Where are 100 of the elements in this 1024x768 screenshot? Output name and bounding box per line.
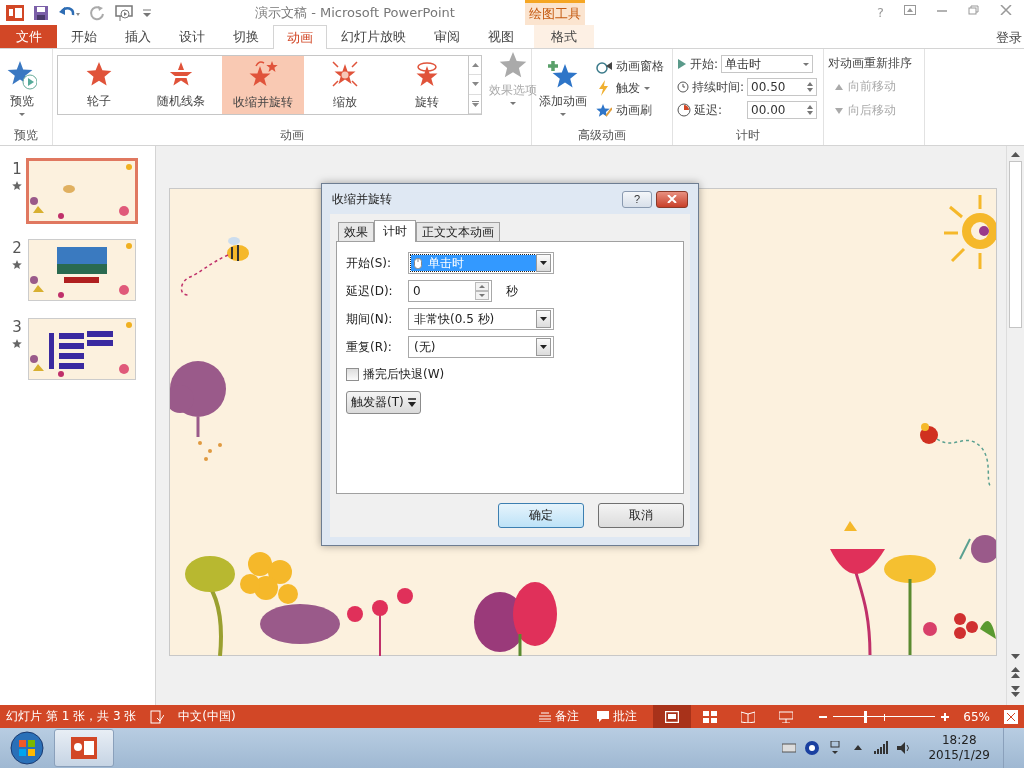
duration-dropdown[interactable]: 非常快(0.5 秒) <box>408 308 554 330</box>
scroll-up-icon[interactable] <box>1011 150 1020 159</box>
spin-arrows-icon <box>807 82 814 92</box>
animation-star-icon <box>12 259 22 269</box>
gallery-scroll-down-icon[interactable] <box>471 81 479 88</box>
slide-thumbnail[interactable] <box>28 239 136 301</box>
dialog-tab[interactable]: 效果 <box>338 222 374 241</box>
close-button[interactable] <box>656 190 688 208</box>
slide-number: 1 <box>12 160 22 178</box>
wheel-star-icon <box>86 60 112 87</box>
scrollbar-thumb[interactable] <box>1009 161 1022 328</box>
gallery-expand-icon[interactable] <box>471 100 479 107</box>
ribbon-tab[interactable]: 格式 <box>534 25 594 48</box>
next-slide-icon[interactable] <box>1011 685 1020 697</box>
reading-view-icon[interactable] <box>741 710 756 723</box>
start-orb-icon[interactable] <box>10 731 44 765</box>
checkbox-label: 播完后快退(W) <box>363 366 445 383</box>
zoom-level-text[interactable]: 65% <box>963 709 990 724</box>
star-play-icon <box>7 60 37 90</box>
triggers-button[interactable]: 触发器(T) <box>346 391 421 414</box>
ok-button[interactable]: 确定 <box>498 503 584 528</box>
delay-label: 延迟: <box>694 101 723 119</box>
checkbox[interactable] <box>346 368 359 381</box>
comments-button[interactable]: 批注 <box>595 708 640 725</box>
powerpoint-logo-icon[interactable] <box>6 3 24 22</box>
ribbon-tab[interactable]: 切换 <box>219 25 273 48</box>
ribbon-tab[interactable]: 视图 <box>474 25 528 48</box>
dialog-title: 收缩并旋转 <box>332 190 392 208</box>
start-label: 开始: <box>690 55 719 73</box>
sign-in-link[interactable]: 登录 <box>996 25 1024 48</box>
save-icon[interactable] <box>33 4 49 21</box>
normal-view-icon[interactable] <box>665 710 680 723</box>
fit-to-window-icon[interactable] <box>1004 709 1018 724</box>
animation-gallery-item[interactable]: 旋转 <box>386 56 468 114</box>
animation-pane-button[interactable]: 动画窗格 <box>594 56 666 76</box>
notes-button[interactable]: 备注 <box>537 708 582 725</box>
notes-icon <box>539 711 552 722</box>
ribbon-display-options-icon[interactable] <box>904 5 916 15</box>
reorder-title: 对动画重新排序 <box>828 55 912 72</box>
animation-star-icon <box>12 338 22 348</box>
previous-slide-icon[interactable] <box>1011 667 1020 679</box>
zoom-slider-thumb[interactable] <box>863 710 867 723</box>
help-button[interactable]: ? <box>622 190 652 208</box>
gallery-scroll-up-icon[interactable] <box>471 62 479 69</box>
slideshow-icon[interactable] <box>114 4 134 21</box>
preview-button[interactable]: 预览 <box>4 58 40 118</box>
group-label: 计时 <box>735 127 761 144</box>
redo-icon[interactable] <box>89 4 105 21</box>
duration-spinner[interactable]: 00.50 <box>747 78 818 96</box>
animation-gallery-item[interactable]: 轮子 <box>58 56 140 114</box>
customize-caret-icon[interactable] <box>143 8 151 17</box>
dialog-tab[interactable]: 正文文本动画 <box>416 222 500 241</box>
signal-icon[interactable] <box>874 741 889 755</box>
trigger-button[interactable]: 触发 <box>594 78 666 98</box>
ribbon-tab[interactable]: 动画 <box>273 25 327 49</box>
zoom-in-icon[interactable] <box>941 712 950 721</box>
double-caret-icon <box>407 397 416 408</box>
dialog-tab[interactable]: 计时 <box>374 220 416 242</box>
down-triangle-icon <box>834 106 844 115</box>
cancel-button[interactable]: 取消 <box>598 503 684 528</box>
delay-spinner[interactable]: 00.00 <box>747 101 818 119</box>
window-caret-icon[interactable] <box>828 741 843 755</box>
delay-spinner[interactable]: 0 <box>408 280 492 302</box>
keyboard-icon[interactable] <box>782 741 797 755</box>
star-arrows-icon <box>331 59 359 88</box>
slideshow-view-icon[interactable] <box>779 710 794 723</box>
ribbon-tab[interactable]: 插入 <box>111 25 165 48</box>
field-label: 期间(N): <box>346 310 394 328</box>
speaker-icon[interactable] <box>897 741 912 755</box>
close-icon <box>667 195 677 203</box>
help-icon[interactable] <box>805 741 820 755</box>
up-triangle-icon <box>834 82 844 91</box>
slide-number: 3 <box>12 318 22 336</box>
slide-thumbnail[interactable] <box>28 318 136 380</box>
animation-gallery-item[interactable]: 缩放 <box>304 56 386 114</box>
powerpoint-taskbar-button[interactable] <box>54 729 114 767</box>
slide-number: 2 <box>12 239 22 257</box>
animation-gallery-item[interactable]: 随机线条 <box>140 56 222 114</box>
group-label: 高级动画 <box>577 127 627 144</box>
ribbon-tab[interactable]: 开始 <box>57 25 111 48</box>
ribbon-tab[interactable]: 设计 <box>165 25 219 48</box>
star-plus-icon <box>547 60 579 90</box>
field-label: 重复(R): <box>346 338 393 356</box>
mouse-icon <box>414 257 422 269</box>
animation-painter-button[interactable]: 动画刷 <box>594 100 666 120</box>
delay-clock-icon <box>677 103 691 117</box>
slide-sorter-icon[interactable] <box>703 710 718 723</box>
slide-thumbnail[interactable] <box>26 158 138 224</box>
scroll-down-icon[interactable] <box>1011 652 1020 661</box>
ribbon-tab[interactable]: 幻灯片放映 <box>327 25 420 48</box>
dropdown-arrow-icon <box>540 317 547 321</box>
dropdown-arrow-icon <box>540 261 547 265</box>
start-dropdown[interactable]: 单击时 <box>721 55 814 73</box>
close-icon[interactable] <box>1000 5 1012 15</box>
ribbon-tab[interactable]: 文件 <box>0 25 57 48</box>
repeat-dropdown[interactable]: (无) <box>408 336 554 358</box>
animation-gallery-item[interactable]: 收缩并旋转 <box>222 56 304 114</box>
ribbon-tab[interactable]: 审阅 <box>420 25 474 48</box>
group-label: 预览 <box>13 127 39 144</box>
slide-count-text: 幻灯片 第 1 张，共 3 张 <box>6 708 137 725</box>
